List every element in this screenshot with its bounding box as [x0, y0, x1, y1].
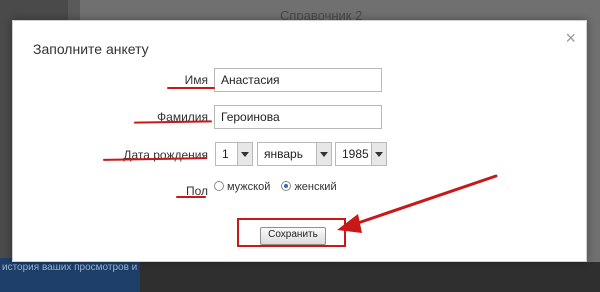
annotation-highlight-box	[237, 218, 346, 247]
chevron-down-icon	[237, 143, 252, 165]
chevron-down-icon	[371, 143, 386, 165]
gender-option-label: женский	[294, 181, 337, 193]
annotation-underline	[176, 196, 206, 198]
first-name-label: Имя	[184, 73, 208, 87]
gender-option-female[interactable]: женский	[281, 181, 337, 193]
birth-month-value: январь	[264, 147, 303, 161]
birth-day-value: 1	[222, 147, 229, 161]
radio-button-selected[interactable]	[281, 181, 292, 191]
gender-option-label: мужской	[227, 181, 271, 193]
background-news-text: история ваших просмотров и страница паро…	[2, 262, 142, 273]
chevron-down-icon	[316, 143, 331, 165]
birth-day-select[interactable]: 1	[215, 142, 253, 166]
birth-year-value: 1985	[342, 147, 369, 161]
close-icon[interactable]: ×	[565, 29, 576, 47]
gender-option-male[interactable]: мужской	[214, 181, 270, 193]
gender-radio-group: мужской женский	[214, 181, 345, 193]
first-name-input[interactable]: Анастасия	[214, 68, 382, 92]
birth-month-select[interactable]: январь	[257, 142, 332, 166]
annotation-underline	[167, 87, 215, 89]
dialog-title: Заполните анкету	[33, 41, 149, 57]
birth-year-select[interactable]: 1985	[335, 142, 387, 166]
last-name-input[interactable]: Героинова	[214, 105, 382, 129]
radio-button[interactable]	[214, 181, 224, 191]
background-footer	[140, 262, 600, 292]
